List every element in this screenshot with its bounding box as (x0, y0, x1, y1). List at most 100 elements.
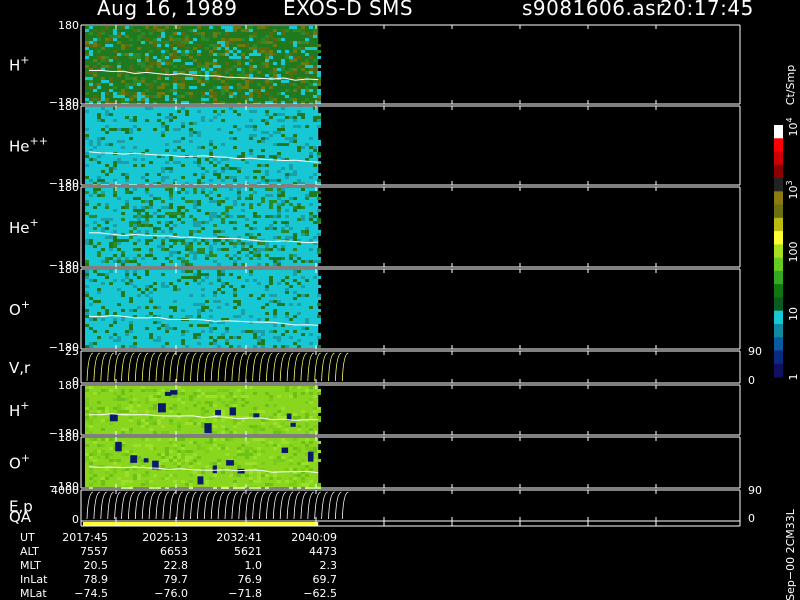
trace-sweep (203, 352, 211, 382)
spectrogram-cell (141, 62, 145, 65)
spectrogram-cell (241, 152, 245, 155)
spectrogram-cell (141, 98, 145, 101)
spectrogram-cell (113, 224, 117, 227)
spectrogram-cell (93, 453, 97, 456)
spectrogram-cell (165, 167, 169, 170)
spectrogram-cell (237, 59, 241, 62)
spectrogram-cell (229, 392, 233, 395)
spectrogram-cell (133, 125, 137, 128)
spectrogram-cell (265, 273, 269, 276)
spectrogram-cell (93, 167, 97, 170)
spectrogram-cell (197, 200, 201, 203)
trace-sweep (148, 491, 156, 520)
spectrogram-cell (213, 339, 217, 342)
spectrogram-cell (269, 300, 273, 303)
spectrogram-cell (273, 140, 277, 143)
spectrogram-cell (189, 456, 193, 459)
spectrogram-cell (281, 324, 285, 327)
spectrogram-cell (137, 38, 141, 41)
spectrogram-cell (281, 339, 285, 342)
spectrogram-cell (297, 65, 301, 68)
spectrogram-cell (197, 143, 201, 146)
spectrogram-cell (317, 315, 321, 318)
spectrogram-cell (261, 89, 265, 92)
spectrogram-cell (165, 98, 169, 101)
spectrogram-cell (93, 273, 97, 276)
spectrogram-cell (209, 438, 213, 441)
spectrogram-cell (89, 26, 93, 29)
spectrogram-cell (125, 176, 129, 179)
spectrogram-cell (277, 480, 281, 483)
spectrogram-cell (265, 309, 269, 312)
spectrogram-cell (189, 300, 193, 303)
spectrogram-cell (305, 474, 309, 477)
spectrogram-cell (165, 282, 169, 285)
spectrogram-cell (309, 35, 313, 38)
spectrogram-cell (165, 26, 169, 29)
spectrogram-cell (233, 206, 237, 209)
spectrogram-cell (197, 80, 201, 83)
spectrogram-cell (173, 233, 177, 236)
spectrogram-cell (197, 462, 201, 465)
spectrogram-cell (201, 167, 205, 170)
spectrogram-cell (129, 416, 133, 419)
spectrogram-cell (213, 404, 217, 407)
spectrogram-cell (225, 215, 229, 218)
spectrogram-cell (121, 212, 125, 215)
spectrogram-cell (97, 116, 101, 119)
spectrogram-cell (213, 230, 217, 233)
spectrogram-cell (209, 149, 213, 152)
spectrogram-cell (169, 441, 173, 444)
spectrogram-cell (181, 309, 185, 312)
spectrogram-cell (149, 107, 153, 110)
spectrogram-cell (145, 131, 149, 134)
spectrogram-cell (89, 407, 93, 410)
spectrogram-cell (221, 164, 225, 167)
spectrogram-cell (245, 221, 249, 224)
spectrogram-cell (197, 161, 201, 164)
spectrogram-cell (313, 140, 317, 143)
spectrogram-cell (185, 306, 189, 309)
spectrogram-cell (165, 197, 169, 200)
spectrogram-cell (193, 173, 197, 176)
spectrogram-cell (101, 56, 105, 59)
spectrogram-cell (281, 200, 285, 203)
spectrogram-cell (157, 321, 161, 324)
spectrogram-cell (161, 324, 165, 327)
spectrogram-cell (265, 245, 269, 248)
spectrogram-cell (273, 260, 277, 263)
spectrogram-cell (173, 441, 177, 444)
spectrogram-cell (245, 242, 249, 245)
spectrogram-cell (85, 77, 89, 80)
spectrogram-cell (217, 462, 221, 465)
spectrogram-cell (145, 404, 149, 407)
spectrogram-cell (109, 143, 113, 146)
spectrogram-cell (161, 279, 165, 282)
spectrogram-cell (205, 404, 209, 407)
spectrogram-cell (217, 53, 221, 56)
ephemeris-value: −74.5 (74, 587, 108, 600)
spectrogram-cell (301, 327, 305, 330)
spectrogram-cell (209, 176, 213, 179)
spectrogram-cell (217, 194, 221, 197)
spectrogram-cell (309, 83, 313, 86)
spectrogram-cell (225, 303, 229, 306)
spectrogram-cell (97, 312, 101, 315)
spectrogram-cell (245, 306, 249, 309)
spectrogram-cell (305, 137, 309, 140)
spectrogram-cell (277, 173, 281, 176)
spectrogram-cell (189, 441, 193, 444)
spectrogram-cell (101, 179, 105, 182)
spectrogram-cell (181, 83, 185, 86)
spectrogram-cell (153, 161, 157, 164)
spectrogram-cell (89, 239, 93, 242)
spectrogram-cell (265, 65, 269, 68)
spectrogram-cell (89, 456, 93, 459)
spectrogram-cell (145, 422, 149, 425)
spectrogram-cell (97, 179, 101, 182)
spectrogram-cell (85, 336, 89, 339)
spectrogram-cell (133, 170, 137, 173)
spectrogram-cell (177, 128, 181, 131)
spectrogram-cell (305, 279, 309, 282)
spectrogram-cell (125, 245, 129, 248)
